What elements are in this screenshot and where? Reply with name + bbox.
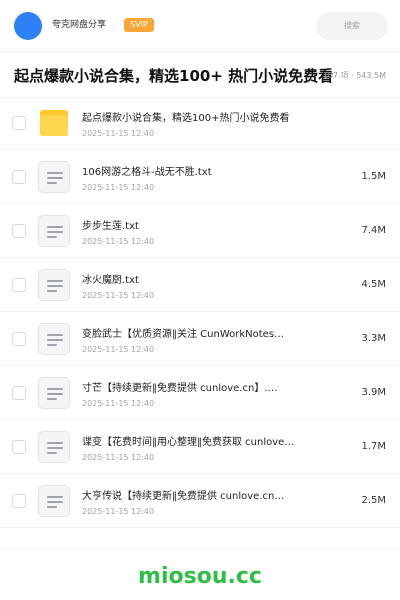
file-date: 2025-11-15 12:40 xyxy=(82,183,155,192)
file-list: 起点爆款小说合集，精选100+热门小说免费看 2025-11-15 12:40 … xyxy=(0,96,400,528)
file-date: 2025-11-15 12:40 xyxy=(82,507,155,516)
folder-icon xyxy=(38,107,70,139)
page-title: 起点爆款小说合集，精选100+ 热门小说免费看 xyxy=(14,67,334,85)
file-name[interactable]: 变脸武士【优质资源‖关注 CunWorkNotes… xyxy=(82,328,330,342)
file-name[interactable]: 谍变【花费时间‖用心整理‖免费获取 cunlove… xyxy=(82,436,330,450)
document-icon xyxy=(38,377,70,409)
search-input[interactable]: 搜索 xyxy=(316,12,388,40)
row-checkbox[interactable] xyxy=(12,278,26,292)
document-icon xyxy=(38,215,70,247)
footer: miosou.cc xyxy=(0,548,400,600)
document-icon xyxy=(38,431,70,463)
file-date: 2025-11-15 12:40 xyxy=(82,399,155,408)
file-name[interactable]: 106网游之格斗-战无不胜.txt xyxy=(82,166,330,180)
row-checkbox[interactable] xyxy=(12,224,26,238)
file-size: 1.5M xyxy=(361,171,386,182)
file-size: 7.4M xyxy=(361,225,386,236)
row-checkbox[interactable] xyxy=(12,386,26,400)
file-date: 2025-11-15 12:40 xyxy=(82,453,155,462)
file-name[interactable]: 冰火魔厨.txt xyxy=(82,274,330,288)
file-date: 2025-11-15 12:40 xyxy=(82,237,155,246)
file-size: 3.9M xyxy=(361,387,386,398)
file-name[interactable]: 步步生莲.txt xyxy=(82,220,330,234)
folder-header: 起点爆款小说合集，精选100+ 热门小说免费看 107 项 · 543.5M xyxy=(0,52,400,98)
list-item[interactable]: 大亨传说【持续更新‖免费提供 cunlove.cn… 2025-11-15 12… xyxy=(0,474,400,528)
folder-meta: 107 项 · 543.5M xyxy=(322,71,386,80)
document-icon xyxy=(38,269,70,301)
file-name[interactable]: 起点爆款小说合集，精选100+热门小说免费看 xyxy=(82,112,330,126)
file-size: 2.5M xyxy=(361,495,386,506)
svip-badge: SVIP xyxy=(124,18,154,32)
app-name: 夸克网盘分享 xyxy=(52,20,107,30)
list-item[interactable]: 谍变【花费时间‖用心整理‖免费获取 cunlove… 2025-11-15 12… xyxy=(0,420,400,474)
file-name[interactable]: 寸芒【持续更新‖免费提供 cunlove.cn】.… xyxy=(82,382,330,396)
top-bar: 夸克网盘分享 SVIP 搜索 xyxy=(0,0,400,52)
site-watermark: miosou.cc xyxy=(138,564,262,589)
document-icon xyxy=(38,323,70,355)
file-date: 2025-11-15 12:40 xyxy=(82,345,155,354)
row-checkbox[interactable] xyxy=(12,494,26,508)
list-item[interactable]: 步步生莲.txt 2025-11-15 12:40 7.4M xyxy=(0,204,400,258)
list-item[interactable]: 106网游之格斗-战无不胜.txt 2025-11-15 12:40 1.5M xyxy=(0,150,400,204)
list-item[interactable]: 变脸武士【优质资源‖关注 CunWorkNotes… 2025-11-15 12… xyxy=(0,312,400,366)
file-date: 2025-11-15 12:40 xyxy=(82,129,155,138)
row-checkbox[interactable] xyxy=(12,440,26,454)
file-size: 3.3M xyxy=(361,333,386,344)
file-size: 1.7M xyxy=(361,441,386,452)
avatar[interactable] xyxy=(14,12,42,40)
file-size: 4.5M xyxy=(361,279,386,290)
document-icon xyxy=(38,485,70,517)
file-date: 2025-11-15 12:40 xyxy=(82,291,155,300)
document-icon xyxy=(38,161,70,193)
row-checkbox[interactable] xyxy=(12,170,26,184)
list-item[interactable]: 冰火魔厨.txt 2025-11-15 12:40 4.5M xyxy=(0,258,400,312)
list-item[interactable]: 起点爆款小说合集，精选100+热门小说免费看 2025-11-15 12:40 xyxy=(0,96,400,150)
file-name[interactable]: 大亨传说【持续更新‖免费提供 cunlove.cn… xyxy=(82,490,330,504)
row-checkbox[interactable] xyxy=(12,116,26,130)
list-item[interactable]: 寸芒【持续更新‖免费提供 cunlove.cn】.… 2025-11-15 12… xyxy=(0,366,400,420)
row-checkbox[interactable] xyxy=(12,332,26,346)
